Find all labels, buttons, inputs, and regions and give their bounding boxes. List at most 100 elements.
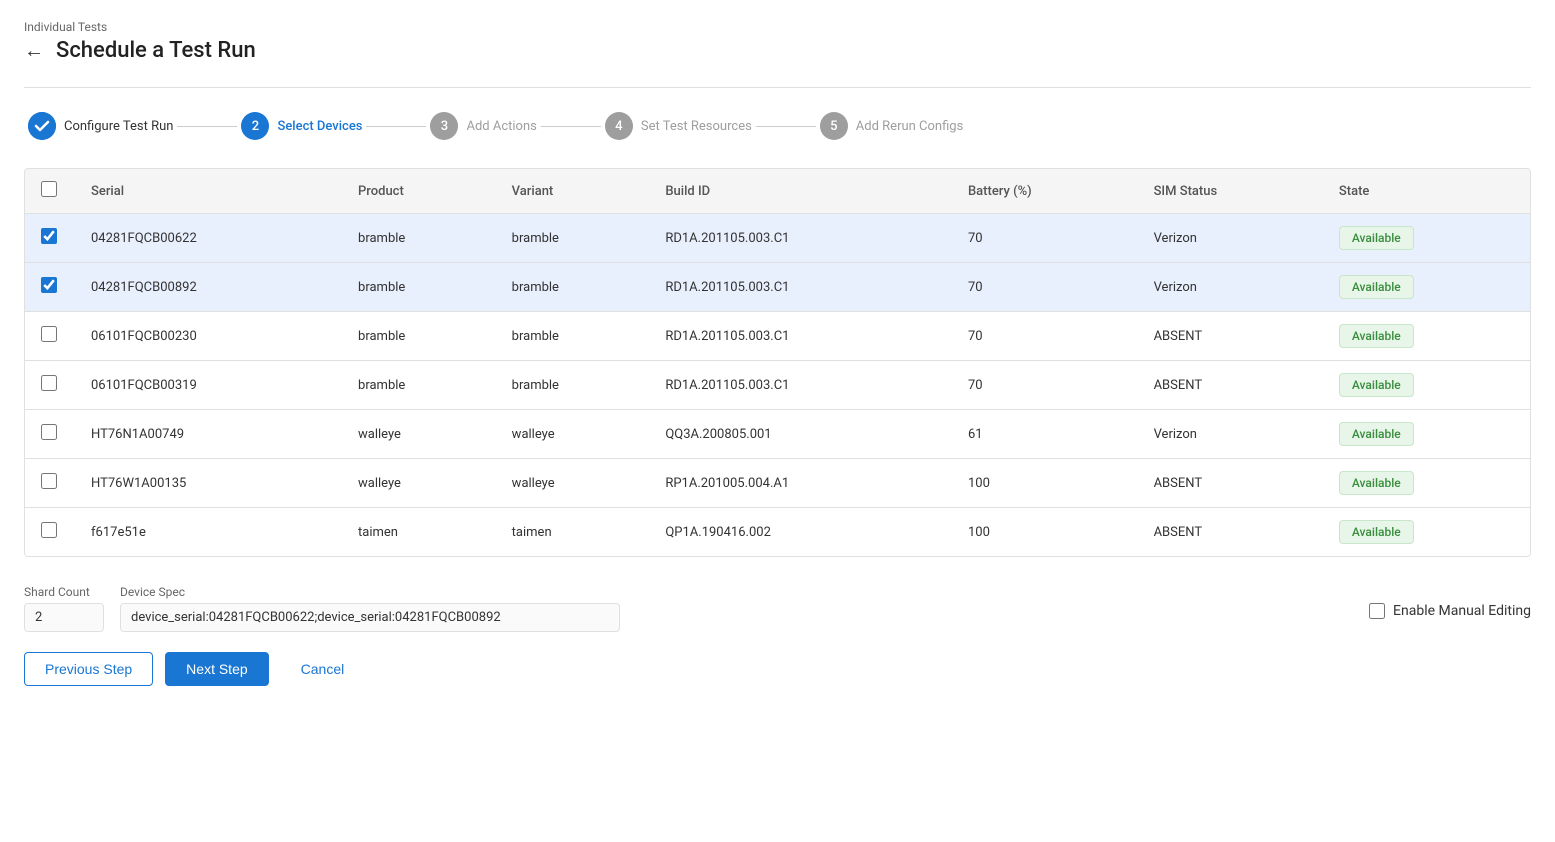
row-battery-1: 70: [952, 263, 1138, 312]
table-row[interactable]: HT76N1A00749walleyewalleyeQQ3A.200805.00…: [25, 410, 1530, 459]
step-circle-1[interactable]: [28, 112, 56, 140]
table-row[interactable]: HT76W1A00135walleyewalleyeRP1A.201005.00…: [25, 459, 1530, 508]
row-buildId-1: RD1A.201105.003.C1: [649, 263, 952, 312]
row-checkbox-cell-6[interactable]: [25, 508, 75, 557]
step-connector-2: [366, 126, 426, 127]
row-checkbox-2[interactable]: [41, 326, 57, 342]
row-product-6: taimen: [342, 508, 496, 557]
step-1: Configure Test Run: [28, 112, 173, 140]
row-state-3: Available: [1323, 361, 1530, 410]
row-battery-3: 70: [952, 361, 1138, 410]
row-buildId-4: QQ3A.200805.001: [649, 410, 952, 459]
step-5: 5Add Rerun Configs: [820, 112, 964, 140]
table-row[interactable]: 04281FQCB00892bramblebrambleRD1A.201105.…: [25, 263, 1530, 312]
row-state-2: Available: [1323, 312, 1530, 361]
row-checkbox-3[interactable]: [41, 375, 57, 391]
row-battery-4: 61: [952, 410, 1138, 459]
row-serial-0: 04281FQCB00622: [75, 214, 342, 263]
previous-step-button[interactable]: Previous Step: [24, 652, 153, 686]
row-checkbox-1[interactable]: [41, 277, 57, 293]
row-checkbox-cell-3[interactable]: [25, 361, 75, 410]
shard-count-label: Shard Count: [24, 585, 104, 599]
row-checkbox-cell-1[interactable]: [25, 263, 75, 312]
row-variant-5: walleye: [496, 459, 650, 508]
table-row[interactable]: f617e51etaimentaimenQP1A.190416.002100AB…: [25, 508, 1530, 557]
table-row[interactable]: 04281FQCB00622bramblebrambleRD1A.201105.…: [25, 214, 1530, 263]
row-checkbox-cell-5[interactable]: [25, 459, 75, 508]
step-circle-5: 5: [820, 112, 848, 140]
enable-manual-label: Enable Manual Editing: [1393, 603, 1531, 619]
row-variant-4: walleye: [496, 410, 650, 459]
select-all-header[interactable]: [25, 169, 75, 214]
row-state-5: Available: [1323, 459, 1530, 508]
page-container: Individual Tests ← Schedule a Test Run C…: [0, 0, 1555, 718]
page-title: Schedule a Test Run: [56, 38, 256, 63]
row-simStatus-3: ABSENT: [1138, 361, 1323, 410]
row-state-1: Available: [1323, 263, 1530, 312]
row-battery-5: 100: [952, 459, 1138, 508]
status-badge-6: Available: [1339, 520, 1414, 544]
row-checkbox-0[interactable]: [41, 228, 57, 244]
row-variant-3: bramble: [496, 361, 650, 410]
step-connector-3: [541, 126, 601, 127]
row-simStatus-5: ABSENT: [1138, 459, 1323, 508]
col-state: State: [1323, 169, 1530, 214]
select-all-checkbox[interactable]: [41, 181, 57, 197]
step-label-2: Select Devices: [277, 119, 362, 134]
step-label-4: Set Test Resources: [641, 119, 752, 134]
next-step-button[interactable]: Next Step: [165, 652, 268, 686]
row-checkbox-cell-4[interactable]: [25, 410, 75, 459]
enable-manual-wrapper: Enable Manual Editing: [1369, 585, 1531, 619]
table-row[interactable]: 06101FQCB00230bramblebrambleRD1A.201105.…: [25, 312, 1530, 361]
cancel-button[interactable]: Cancel: [281, 653, 365, 685]
row-product-1: bramble: [342, 263, 496, 312]
row-checkbox-cell-2[interactable]: [25, 312, 75, 361]
row-serial-5: HT76W1A00135: [75, 459, 342, 508]
device-spec-value[interactable]: device_serial:04281FQCB00622;device_seri…: [120, 603, 620, 632]
action-buttons: Previous Step Next Step Cancel: [24, 652, 1531, 686]
row-product-0: bramble: [342, 214, 496, 263]
row-variant-0: bramble: [496, 214, 650, 263]
row-variant-2: bramble: [496, 312, 650, 361]
step-4: 4Set Test Resources: [605, 112, 752, 140]
step-circle-3: 3: [430, 112, 458, 140]
table-row[interactable]: 06101FQCB00319bramblebrambleRD1A.201105.…: [25, 361, 1530, 410]
row-serial-1: 04281FQCB00892: [75, 263, 342, 312]
back-button[interactable]: ←: [24, 38, 44, 63]
row-product-5: walleye: [342, 459, 496, 508]
col-product: Product: [342, 169, 496, 214]
row-product-4: walleye: [342, 410, 496, 459]
table-header-row: Serial Product Variant Build ID Battery …: [25, 169, 1530, 214]
col-build-id: Build ID: [649, 169, 952, 214]
header-divider: [24, 87, 1531, 88]
row-battery-6: 100: [952, 508, 1138, 557]
row-checkbox-4[interactable]: [41, 424, 57, 440]
col-variant: Variant: [496, 169, 650, 214]
row-battery-0: 70: [952, 214, 1138, 263]
row-buildId-6: QP1A.190416.002: [649, 508, 952, 557]
row-state-0: Available: [1323, 214, 1530, 263]
row-buildId-5: RP1A.201005.004.A1: [649, 459, 952, 508]
status-badge-0: Available: [1339, 226, 1414, 250]
shard-count-field: Shard Count 2: [24, 585, 104, 632]
col-sim-status: SIM Status: [1138, 169, 1323, 214]
row-battery-2: 70: [952, 312, 1138, 361]
step-connector-1: [177, 126, 237, 127]
row-state-4: Available: [1323, 410, 1530, 459]
step-3: 3Add Actions: [430, 112, 536, 140]
step-circle-2[interactable]: 2: [241, 112, 269, 140]
row-buildId-3: RD1A.201105.003.C1: [649, 361, 952, 410]
row-checkbox-5[interactable]: [41, 473, 57, 489]
status-badge-2: Available: [1339, 324, 1414, 348]
row-checkbox-cell-0[interactable]: [25, 214, 75, 263]
row-product-2: bramble: [342, 312, 496, 361]
row-checkbox-6[interactable]: [41, 522, 57, 538]
row-serial-4: HT76N1A00749: [75, 410, 342, 459]
device-spec-field: Device Spec device_serial:04281FQCB00622…: [120, 585, 620, 632]
breadcrumb: Individual Tests: [24, 20, 1531, 34]
row-serial-6: f617e51e: [75, 508, 342, 557]
status-badge-3: Available: [1339, 373, 1414, 397]
enable-manual-checkbox[interactable]: [1369, 603, 1385, 619]
row-product-3: bramble: [342, 361, 496, 410]
page-header: ← Schedule a Test Run: [24, 38, 1531, 63]
